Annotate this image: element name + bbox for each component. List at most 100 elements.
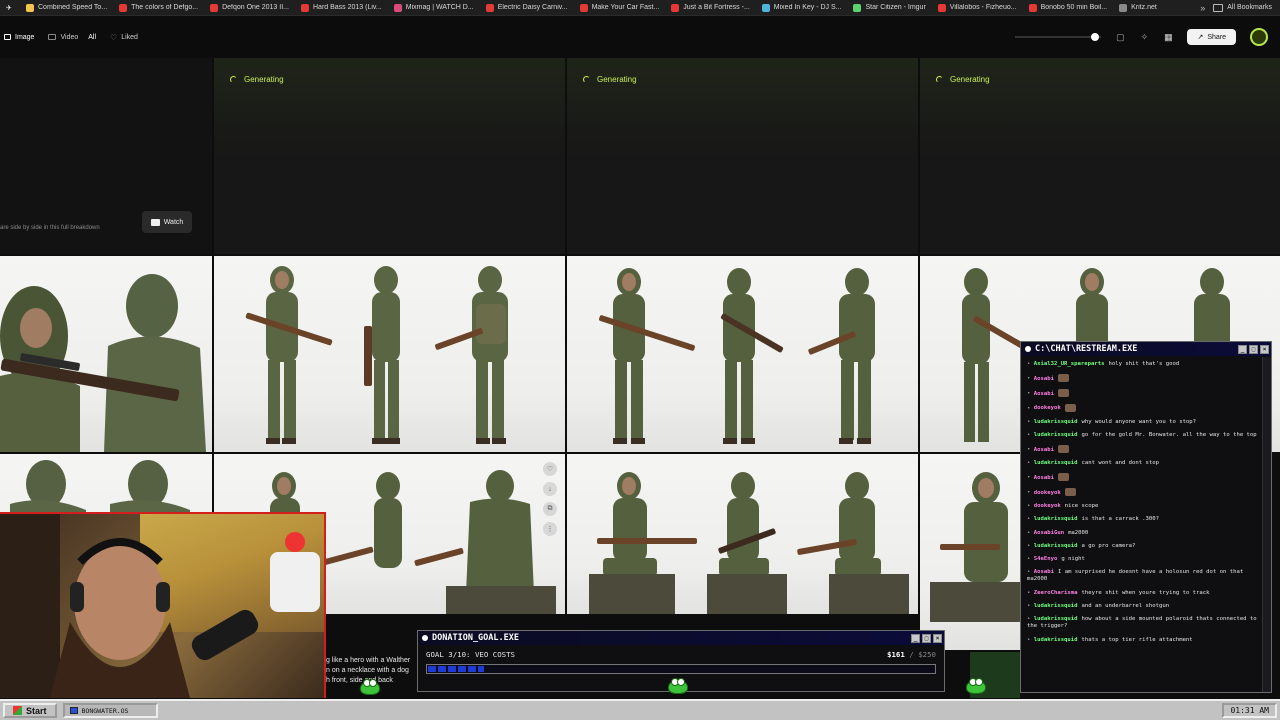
image-card[interactable] — [920, 454, 1020, 650]
chat-username[interactable]: ludakrissquid — [1034, 616, 1078, 622]
restream-chat-window[interactable]: C:\CHAT\RESTREAM.EXE _ □ × • Axial32_UR_… — [1020, 341, 1272, 693]
taskbar-item-bongwater[interactable]: BONGWATER.OS — [62, 703, 158, 718]
square-view-icon[interactable]: ▢ — [1115, 32, 1125, 42]
all-bookmarks-button[interactable]: All Bookmarks — [1213, 3, 1280, 12]
chat-username[interactable]: ludakrissquid — [1034, 603, 1078, 609]
chat-message: • ludakrissquid go for the gold Mr. Bonwa… — [1027, 432, 1257, 439]
bookmark-item[interactable]: Make Your Car Fast... — [574, 3, 666, 12]
bookmark-item[interactable]: Star Citizen - Imgur — [847, 3, 931, 12]
copy-icon[interactable]: ⧉ — [543, 502, 557, 516]
chat-scrollbar[interactable] — [1262, 357, 1271, 692]
donation-amount: $161 — [887, 650, 905, 659]
maximize-button[interactable]: □ — [1249, 344, 1258, 354]
card-actions: ♡ ↓ ⧉ ⋮ — [543, 462, 557, 536]
chat-text: cant wont and dont stop — [1081, 460, 1159, 467]
folder-icon — [1213, 3, 1224, 12]
bookmark-item[interactable]: Hard Bass 2013 (Liv... — [295, 3, 388, 12]
bookmark-item[interactable]: Mixed In Key - DJ S... — [756, 3, 848, 12]
chat-message: • Aosabi I am surprised he doesnt have a … — [1027, 569, 1257, 583]
chat-username[interactable]: S4eEnyo — [1034, 556, 1058, 562]
tab-all[interactable]: All — [88, 34, 96, 41]
bookmark-folder-icon-leading[interactable]: ✈ — [0, 4, 20, 12]
download-icon[interactable]: ↓ — [543, 482, 557, 496]
windows-logo-icon — [13, 706, 22, 715]
chat-message: • ludakrissquid thats a top tier rifle at… — [1027, 637, 1257, 644]
chat-username[interactable]: ludakrissquid — [1034, 516, 1078, 522]
chat-username[interactable]: Aosabi — [1034, 376, 1054, 382]
emote-icon — [1057, 374, 1069, 383]
tab-liked[interactable]: ♡ Liked — [110, 33, 138, 42]
user-avatar[interactable] — [1250, 28, 1268, 46]
tab-image[interactable]: Image — [4, 34, 34, 41]
donation-header: GOAL 3/10: VEO COSTS $161 / $250 — [426, 650, 936, 659]
like-icon[interactable]: ♡ — [543, 462, 557, 476]
bookmark-item[interactable]: Villalobos - Fizheuo... — [932, 3, 1023, 12]
image-card[interactable] — [567, 256, 918, 452]
platform-icon: • — [1027, 516, 1034, 523]
minimize-button[interactable]: _ — [1238, 344, 1247, 354]
bookmark-item[interactable]: Defqon One 2013 II... — [204, 3, 295, 12]
chat-username[interactable]: Aosabi — [1034, 391, 1054, 397]
watch-button[interactable]: Watch — [142, 211, 192, 233]
chat-username[interactable]: ludakrissquid — [1034, 419, 1078, 425]
bookmark-favicon-icon — [301, 3, 309, 12]
close-button[interactable]: × — [1260, 344, 1269, 354]
chat-username[interactable]: ludakrissquid — [1034, 460, 1078, 466]
tab-video[interactable]: Video — [48, 34, 78, 41]
chat-username[interactable]: AosabiGun — [1034, 530, 1064, 536]
chat-username[interactable]: dookeyok — [1034, 503, 1061, 509]
start-button[interactable]: Start — [3, 703, 57, 718]
bookmark-item[interactable]: The colors of Defgo... — [113, 3, 204, 12]
chat-title-bar[interactable]: C:\CHAT\RESTREAM.EXE _ □ × — [1021, 342, 1271, 356]
more-icon[interactable]: ⋮ — [543, 522, 557, 536]
chat-text: g night — [1061, 556, 1085, 563]
bookmark-item[interactable]: Electric Daisy Carniv... — [480, 3, 574, 12]
chat-title: C:\CHAT\RESTREAM.EXE — [1035, 344, 1138, 354]
bookmark-item[interactable]: Mixmag | WATCH D... — [388, 3, 480, 12]
slider-knob[interactable] — [1091, 33, 1100, 41]
emote-icon — [1064, 488, 1076, 497]
bookmark-item[interactable]: Bonobo 50 min Boil... — [1023, 3, 1114, 12]
chat-username[interactable]: Aosabi — [1034, 569, 1054, 575]
platform-icon: • — [1027, 502, 1034, 509]
chat-username[interactable]: dookeyok — [1034, 405, 1061, 411]
donation-title-bar[interactable]: DONATION_GOAL.EXE _ □ × — [418, 631, 944, 645]
emote-icon — [1057, 445, 1069, 454]
image-card[interactable] — [214, 256, 565, 452]
bookmarks-bar: ✈ Combined Speed To... The colors of Defg… — [0, 0, 1280, 16]
bookmark-favicon-icon — [393, 3, 402, 12]
bookmark-item[interactable]: Kritz.net — [1113, 3, 1163, 12]
close-button[interactable]: × — [933, 633, 942, 643]
chat-username[interactable]: ludakrissquid — [1034, 543, 1078, 549]
chat-username[interactable]: ZeeroCharisma — [1034, 590, 1078, 596]
video-icon — [48, 34, 57, 40]
image-card[interactable] — [567, 454, 918, 614]
bookmark-label: Mixed In Key - DJ S... — [773, 4, 842, 11]
platform-icon: • — [1027, 603, 1034, 610]
platform-icon: • — [1027, 460, 1034, 467]
chat-username[interactable]: dookeyok — [1034, 490, 1061, 496]
bookmarks-overflow-button[interactable]: » — [1192, 3, 1213, 13]
chat-username[interactable]: ludakrissquid — [1034, 637, 1078, 643]
generating-status: Generating — [230, 75, 284, 84]
thumbnail-size-slider[interactable] — [1015, 33, 1102, 41]
minimize-button[interactable]: _ — [911, 633, 920, 643]
chat-username[interactable]: ludakrissquid — [1034, 432, 1078, 438]
chat-text: nice scope — [1064, 502, 1099, 509]
bookmark-item[interactable]: Just a Bit Fortress -... — [665, 3, 756, 12]
maximize-button[interactable]: □ — [922, 633, 931, 643]
settings-icon[interactable]: ✧ — [1139, 32, 1149, 42]
chat-username[interactable]: Aosabi — [1034, 447, 1054, 453]
chat-username[interactable]: Axial32_UR_spareparts — [1034, 361, 1105, 367]
share-button[interactable]: ↗ Share — [1187, 29, 1236, 45]
video-card[interactable]: are side by side in this full breakdown … — [0, 58, 212, 254]
bookmark-label: Hard Bass 2013 (Liv... — [313, 4, 382, 11]
bookmark-label: Electric Daisy Carniv... — [497, 4, 568, 11]
image-card[interactable] — [0, 256, 212, 452]
chat-username[interactable]: Aosabi — [1034, 475, 1054, 481]
grid-view-icon[interactable]: ▦ — [1163, 32, 1173, 42]
generating-label: Generating — [950, 75, 990, 84]
bookmark-item[interactable]: Combined Speed To... — [20, 3, 113, 12]
share-label: Share — [1207, 33, 1226, 41]
tab-video-label: Video — [60, 33, 79, 41]
